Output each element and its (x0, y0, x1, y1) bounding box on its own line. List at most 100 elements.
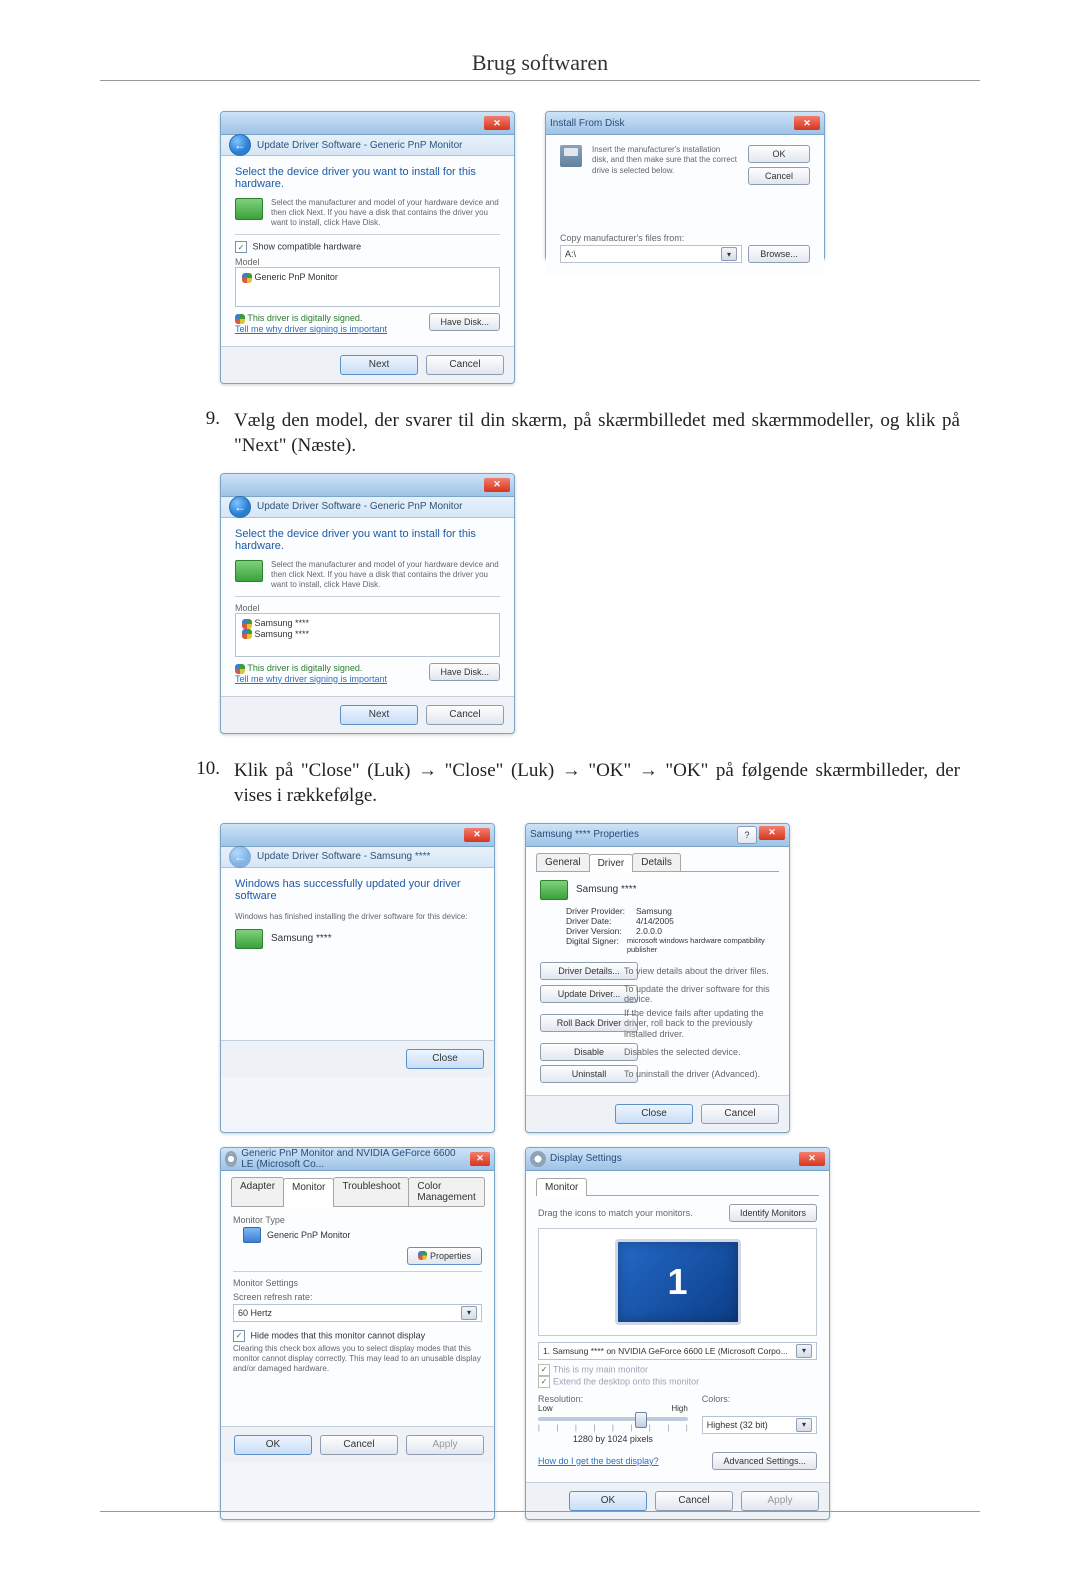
shield-icon (418, 1251, 427, 1260)
signing-link[interactable]: Tell me why driver signing is important (235, 674, 387, 684)
browse-button[interactable]: Browse... (748, 245, 810, 263)
close-icon[interactable]: ✕ (759, 826, 785, 840)
copy-from-select[interactable]: A:\▾ (560, 245, 742, 263)
tab-troubleshoot[interactable]: Troubleshoot (333, 1177, 409, 1206)
display-select[interactable]: 1. Samsung **** on NVIDIA GeForce 6600 L… (538, 1342, 817, 1360)
resolution-slider[interactable] (538, 1417, 688, 1421)
extend-desktop-checkbox: ✓ (538, 1376, 550, 1388)
resolution-value: 1280 by 1024 pixels (538, 1434, 688, 1444)
cancel-button[interactable]: Cancel (655, 1491, 733, 1511)
tab-driver[interactable]: Driver (589, 854, 634, 872)
ok-button[interactable]: OK (234, 1435, 312, 1455)
dialog-sub: Windows has finished installing the driv… (235, 912, 480, 921)
tab-adapter[interactable]: Adapter (231, 1177, 284, 1206)
provider-value: Samsung (636, 906, 672, 916)
cancel-button[interactable]: Cancel (426, 705, 504, 725)
apply-button[interactable]: Apply (406, 1435, 484, 1455)
hardware-icon (235, 560, 263, 582)
dialog-heading: Select the device driver you want to ins… (235, 166, 500, 190)
cancel-button[interactable]: Cancel (701, 1104, 779, 1124)
chevron-down-icon[interactable]: ▾ (796, 1418, 812, 1432)
model-item[interactable]: Generic PnP Monitor (255, 272, 338, 282)
main-monitor-checkbox: ✓ (538, 1364, 550, 1376)
next-button[interactable]: Next (340, 355, 418, 375)
tab-monitor[interactable]: Monitor (536, 1178, 587, 1196)
help-icon[interactable]: ? (737, 826, 757, 844)
model-listbox[interactable]: Generic PnP Monitor (235, 267, 500, 307)
refresh-rate-select[interactable]: 60 Hertz▾ (233, 1304, 482, 1322)
back-icon: ← (229, 846, 251, 868)
install-from-disk-dialog: Install From Disk ✕ Insert the manufactu… (545, 111, 825, 261)
step-text: Klik på "Close" (Luk) → "Close" (Luk) → … (234, 758, 980, 809)
tab-monitor[interactable]: Monitor (283, 1178, 334, 1207)
tab-color[interactable]: Color Management (408, 1177, 485, 1206)
chevron-down-icon[interactable]: ▾ (796, 1344, 812, 1358)
tab-details[interactable]: Details (632, 853, 681, 871)
chevron-down-icon[interactable]: ▾ (721, 247, 737, 261)
close-icon[interactable]: ✕ (470, 1152, 490, 1166)
close-icon[interactable]: ✕ (799, 1152, 825, 1166)
hardware-icon (235, 198, 263, 220)
next-button[interactable]: Next (340, 705, 418, 725)
close-button[interactable]: Close (406, 1049, 484, 1069)
close-icon[interactable]: ✕ (794, 116, 820, 130)
hardware-icon (235, 929, 263, 949)
model-listbox[interactable]: Samsung **** Samsung **** (235, 613, 500, 657)
show-compatible-checkbox[interactable]: ✓ (235, 241, 247, 253)
disk-text: Insert the manufacturer's installation d… (592, 145, 738, 185)
monitor-settings-label: Monitor Settings (233, 1278, 482, 1288)
model-item[interactable]: Samsung **** (255, 629, 310, 639)
tab-general[interactable]: General (536, 853, 590, 871)
hide-modes-desc: Clearing this check box allows you to se… (233, 1344, 482, 1374)
dialog-title: Generic PnP Monitor and NVIDIA GeForce 6… (241, 1148, 470, 1170)
close-icon[interactable]: ✕ (464, 828, 490, 842)
close-icon[interactable]: ✕ (484, 478, 510, 492)
best-display-link[interactable]: How do I get the best display? (538, 1456, 659, 1466)
back-icon[interactable]: ← (229, 496, 251, 518)
monitor-preview[interactable]: 1 (615, 1239, 741, 1325)
model-label: Model (235, 603, 500, 613)
colors-label: Colors: (702, 1394, 817, 1404)
ok-button[interactable]: OK (569, 1491, 647, 1511)
advanced-settings-button[interactable]: Advanced Settings... (712, 1452, 817, 1470)
apply-button[interactable]: Apply (741, 1491, 819, 1511)
cancel-button[interactable]: Cancel (426, 355, 504, 375)
have-disk-button[interactable]: Have Disk... (429, 313, 500, 331)
update-driver-dialog-1: ✕ ← Update Driver Software - Generic PnP… (220, 111, 515, 384)
model-item[interactable]: Samsung **** (255, 618, 310, 628)
disable-desc: Disables the selected device. (624, 1047, 775, 1057)
ok-button[interactable]: OK (748, 145, 810, 163)
step-number: 9. (180, 408, 234, 459)
shield-icon (242, 273, 252, 283)
colors-select[interactable]: Highest (32 bit)▾ (702, 1416, 817, 1434)
step-text: Vælg den model, der svarer til din skærm… (234, 408, 980, 459)
gear-icon (225, 1151, 237, 1167)
resolution-label: Resolution: (538, 1394, 688, 1404)
have-disk-button[interactable]: Have Disk... (429, 663, 500, 681)
chevron-down-icon[interactable]: ▾ (461, 1306, 477, 1320)
properties-button[interactable]: Properties (407, 1247, 482, 1265)
header-rule (100, 80, 980, 81)
breadcrumb: Update Driver Software - Generic PnP Mon… (257, 140, 462, 151)
dialog-title: Install From Disk (550, 118, 624, 129)
identify-button[interactable]: Identify Monitors (729, 1204, 817, 1222)
close-button[interactable]: Close (615, 1104, 693, 1124)
shield-icon (242, 629, 252, 639)
hide-modes-checkbox[interactable]: ✓ (233, 1330, 245, 1342)
driver-properties-dialog: Samsung **** Properties ? ✕ General Driv… (525, 823, 790, 1133)
cancel-button[interactable]: Cancel (748, 167, 810, 185)
version-value: 2.0.0.0 (636, 926, 662, 936)
dialog-title: Samsung **** Properties (530, 829, 639, 840)
signing-link[interactable]: Tell me why driver signing is important (235, 324, 387, 334)
update-success-dialog: ✕ ← Update Driver Software - Samsung ***… (220, 823, 495, 1133)
dialog-heading: Select the device driver you want to ins… (235, 528, 500, 552)
version-label: Driver Version: (566, 926, 636, 936)
shield-icon (235, 314, 245, 324)
device-name: Samsung **** (576, 884, 637, 895)
model-label: Model (235, 257, 500, 267)
breadcrumb: Update Driver Software - Generic PnP Mon… (257, 501, 462, 512)
cancel-button[interactable]: Cancel (320, 1435, 398, 1455)
shield-icon (242, 619, 252, 629)
close-icon[interactable]: ✕ (484, 116, 510, 130)
back-icon[interactable]: ← (229, 134, 251, 156)
